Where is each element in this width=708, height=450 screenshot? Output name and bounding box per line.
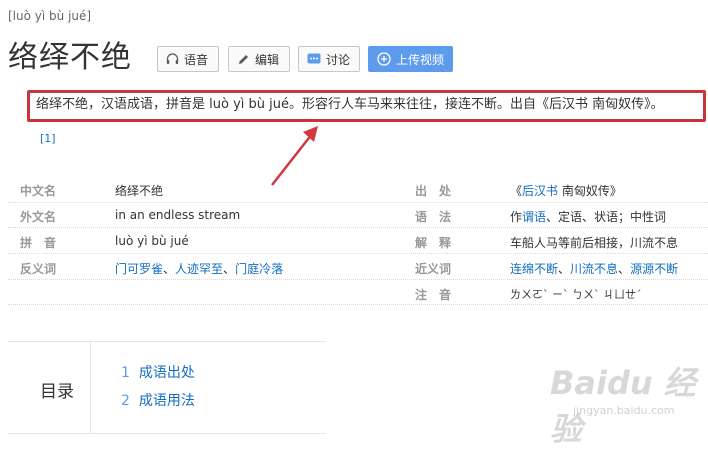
source-value: 《后汉书 南匈奴传》 [510,182,622,199]
grammar-suffix: 、定语、状语；中性词 [546,210,667,224]
info-value: 络绎不绝 [115,184,164,198]
upload-video-button[interactable]: 上传视频 [368,46,453,72]
info-label: 语 法 [415,210,452,224]
info-value: luò yì bù jué [115,234,189,248]
synonym-link[interactable]: 川流不息 [570,262,618,276]
toc-title: 目录 [40,382,74,402]
discuss-button[interactable]: 讨论 [298,46,360,72]
pencil-icon [237,53,250,66]
info-label: 外文名 [20,210,57,224]
source-prefix: 《 [510,184,523,198]
antonym-link[interactable]: 门庭冷落 [235,262,283,276]
info-row-divider [8,227,708,228]
info-label: 注 音 [415,288,452,302]
info-row-divider [8,304,708,305]
info-row-divider [8,202,708,203]
antonym-link[interactable]: 门可罗雀 [115,262,163,276]
upload-video-button-label: 上传视频 [396,52,445,67]
info-label: 中文名 [20,184,57,198]
grammar-prefix: 作 [510,210,523,224]
toc-item-label: 成语出处 [138,365,195,381]
grammar-value: 作谓语、定语、状语；中性词 [510,208,666,225]
voice-button-label: 语音 [184,52,209,67]
summary-text: 络绎不绝，汉语成语，拼音是 luò yì bù jué。形容行人车马来来往往，接… [36,97,664,112]
synonym-link[interactable]: 源源不断 [630,262,678,276]
info-label: 拼 音 [20,236,57,250]
page-title: 络绎不绝 [8,40,132,75]
info-row-divider [8,279,708,280]
source-link[interactable]: 后汉书 [522,184,558,198]
toc-item[interactable]: 1 成语出处 [121,362,195,382]
toc-item[interactable]: 2 成语用法 [121,390,195,410]
toc-item-label: 成语用法 [138,393,195,409]
info-value: 车船人马等前后相接，川流不息 [510,236,679,250]
synonym-list: 连绵不断、川流不息、源源不断 [510,262,679,276]
grammar-link[interactable]: 谓语 [522,210,546,224]
watermark-url: jingyan.baidu.com [573,404,675,417]
info-label: 解 释 [415,236,452,250]
chat-icon [307,53,321,66]
synonym-link[interactable]: 连绵不断 [510,262,558,276]
source-suffix: 南匈奴传》 [558,184,622,198]
zhuyin-value: ㄌㄨㄛˋ ㄧˋ ㄅㄨˋ ㄐㄩㄝˊ [510,288,642,301]
discuss-button-label: 讨论 [326,52,351,67]
plus-circle-icon [377,52,391,66]
pinyin-label: [luò yì bù jué] [8,9,92,23]
voice-button[interactable]: 语音 [157,46,219,72]
info-value: in an endless stream [115,208,241,222]
info-row-divider [8,253,708,254]
antonym-list: 门可罗雀、人迹罕至、门庭冷落 [115,262,284,276]
info-label: 近义词 [415,262,452,276]
reference-link[interactable]: [1] [40,132,56,145]
edit-button-label: 编辑 [255,52,280,67]
headphone-icon [166,53,179,65]
antonym-link[interactable]: 人迹罕至 [175,262,223,276]
info-label: 反义词 [20,262,57,276]
edit-button[interactable]: 编辑 [228,46,290,72]
toc-item-number: 1 [121,365,130,381]
toc-item-number: 2 [121,393,130,409]
info-label: 出 处 [415,184,452,198]
